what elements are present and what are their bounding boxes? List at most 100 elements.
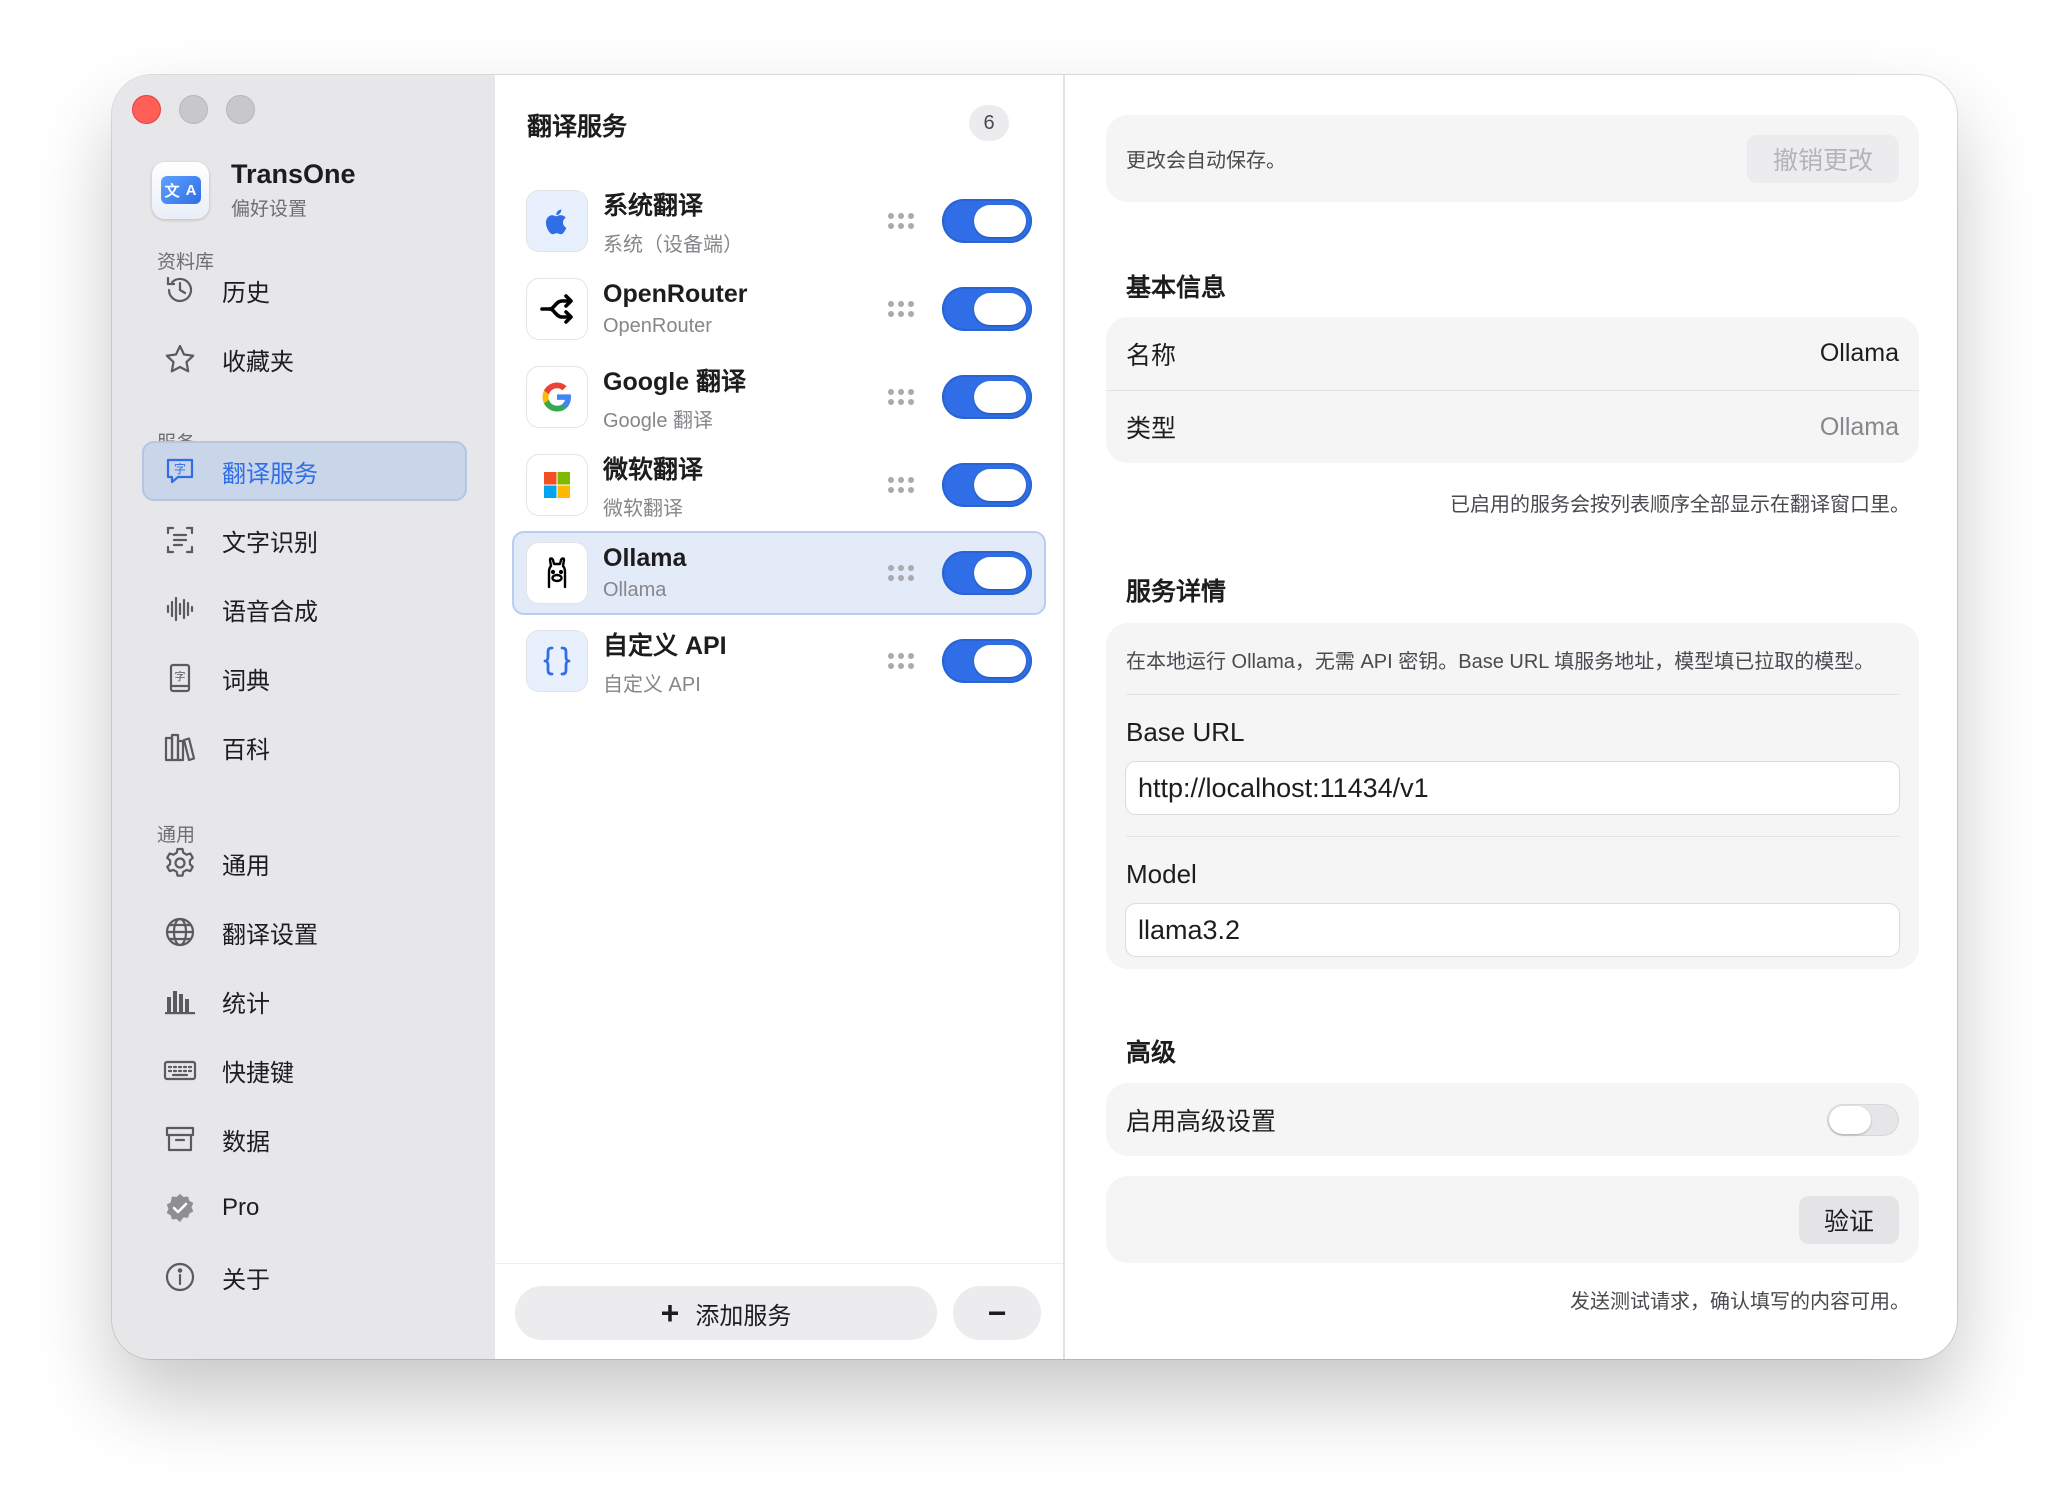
name-value[interactable]: Ollama (1820, 339, 1899, 368)
keyboard-icon (162, 1052, 198, 1088)
sidebar-item-label: 统计 (222, 990, 270, 1018)
archive-box-icon (162, 1121, 198, 1157)
basic-info-card: 名称 Ollama 类型 Ollama (1106, 317, 1919, 463)
clock-history-icon (162, 272, 198, 308)
gear-icon (162, 845, 198, 881)
service-subtitle: Google 翻译 (603, 409, 714, 432)
drag-handle-icon[interactable] (888, 477, 914, 493)
service-row-system[interactable]: 系统翻译 系统（设备端） (512, 179, 1046, 263)
name-label: 名称 (1126, 341, 1177, 370)
sidebar-item-label: 翻译服务 (222, 460, 318, 488)
advanced-settings-toggle[interactable] (1827, 1103, 1899, 1136)
zoom-window-button[interactable] (226, 95, 255, 124)
add-service-button[interactable]: + 添加服务 (515, 1286, 937, 1340)
sidebar-item-label: 历史 (222, 279, 270, 307)
preferences-window: 文A TransOne 偏好设置 资料库 历史 收藏夹 服务 字 翻译 (112, 75, 1957, 1359)
sidebar-item-favorites[interactable]: 收藏夹 (142, 329, 467, 389)
star-icon (162, 341, 198, 377)
drag-handle-icon[interactable] (888, 565, 914, 581)
translate-app-icon: 文A (152, 161, 209, 219)
sidebar-item-ocr[interactable]: 文字识别 (142, 510, 467, 570)
sidebar-item-about[interactable]: 关于 (142, 1247, 467, 1307)
google-icon (527, 367, 587, 427)
waveform-icon (162, 591, 198, 627)
books-icon (162, 729, 198, 765)
sidebar-item-tts[interactable]: 语音合成 (142, 579, 467, 639)
revert-changes-button[interactable]: 撤销更改 (1747, 134, 1899, 183)
remove-service-button[interactable]: − (953, 1286, 1041, 1340)
close-window-button[interactable] (132, 95, 161, 124)
sidebar-item-label: 百科 (222, 736, 270, 764)
sidebar-item-label: 语音合成 (222, 598, 318, 626)
sidebar-item-label: 翻译设置 (222, 921, 318, 949)
divider (1126, 836, 1899, 837)
drag-handle-icon[interactable] (888, 389, 914, 405)
service-row-google[interactable]: Google 翻译 Google 翻译 (512, 355, 1046, 439)
drag-handle-icon[interactable] (888, 653, 914, 669)
service-row-custom-api[interactable]: 自定义 API 自定义 API (512, 619, 1046, 703)
service-name: Ollama (603, 544, 687, 572)
service-details-card: 在本地运行 Ollama，无需 API 密钥。Base URL 填服务地址，模型… (1106, 623, 1919, 969)
base-url-input[interactable]: http://localhost:11434/v1 (1126, 762, 1899, 814)
model-input[interactable]: llama3.2 (1126, 904, 1899, 956)
service-subtitle: OpenRouter (603, 315, 712, 337)
bar-chart-icon (162, 983, 198, 1019)
sidebar-item-label: 词典 (222, 667, 270, 695)
openrouter-icon (527, 279, 587, 339)
service-enabled-toggle[interactable] (942, 375, 1032, 419)
service-row-ollama[interactable]: Ollama Ollama (512, 531, 1046, 615)
sidebar-item-statistics[interactable]: 统计 (142, 971, 467, 1031)
sidebar-item-data[interactable]: 数据 (142, 1109, 467, 1169)
service-subtitle: Ollama (603, 579, 667, 601)
sidebar-item-encyclopedia[interactable]: 百科 (142, 717, 467, 777)
sidebar-item-history[interactable]: 历史 (142, 260, 467, 320)
verify-hint: 发送测试请求，确认填写的内容可用。 (1570, 1291, 1910, 1313)
app-header: 文A TransOne 偏好设置 (152, 159, 356, 221)
book-icon: 字 (162, 660, 198, 696)
service-row-openrouter[interactable]: OpenRouter OpenRouter (512, 267, 1046, 351)
enabled-services-hint: 已启用的服务会按列表顺序全部显示在翻译窗口里。 (1450, 494, 1910, 516)
service-name: 自定义 API (603, 631, 727, 660)
verified-badge-icon (162, 1190, 198, 1226)
autosave-message: 更改会自动保存。 (1126, 150, 1286, 172)
basic-info-heading: 基本信息 (1126, 274, 1227, 302)
services-footer: + 添加服务 − (495, 1263, 1063, 1359)
sidebar-item-label: 收藏夹 (222, 348, 294, 376)
service-enabled-toggle[interactable] (942, 287, 1032, 331)
plus-icon: + (660, 1294, 680, 1331)
drag-handle-icon[interactable] (888, 213, 914, 229)
apple-icon (527, 191, 587, 251)
sidebar-item-label: 快捷键 (222, 1059, 294, 1087)
sidebar-item-label: 数据 (222, 1128, 270, 1156)
verify-button[interactable]: 验证 (1799, 1195, 1899, 1244)
service-enabled-toggle[interactable] (942, 199, 1032, 243)
service-subtitle: 微软翻译 (603, 497, 683, 520)
service-enabled-toggle[interactable] (942, 551, 1032, 595)
service-name: OpenRouter (603, 280, 748, 308)
service-row-microsoft[interactable]: 微软翻译 微软翻译 (512, 443, 1046, 527)
service-name: Google 翻译 (603, 367, 747, 396)
service-details-heading: 服务详情 (1126, 578, 1227, 606)
service-name: 微软翻译 (603, 455, 704, 484)
sidebar-item-translation-settings[interactable]: 翻译设置 (142, 902, 467, 962)
sidebar-item-pro[interactable]: Pro (142, 1178, 467, 1238)
sidebar-item-shortcuts[interactable]: 快捷键 (142, 1040, 467, 1100)
braces-icon (527, 631, 587, 691)
service-enabled-toggle[interactable] (942, 639, 1032, 683)
verify-card: 验证 (1106, 1176, 1919, 1263)
microsoft-icon (527, 455, 587, 515)
advanced-toggle-label: 启用高级设置 (1126, 1107, 1277, 1136)
advanced-heading: 高级 (1126, 1039, 1177, 1067)
sidebar-item-label: 通用 (222, 852, 270, 880)
sidebar-item-translation-services[interactable]: 字 翻译服务 (142, 441, 467, 501)
minimize-window-button[interactable] (179, 95, 208, 124)
service-enabled-toggle[interactable] (942, 463, 1032, 507)
sidebar-item-general[interactable]: 通用 (142, 833, 467, 893)
app-subtitle: 偏好设置 (231, 199, 308, 220)
svg-text:字: 字 (174, 461, 186, 476)
sidebar: 文A TransOne 偏好设置 资料库 历史 收藏夹 服务 字 翻译 (112, 75, 495, 1359)
window-controls (132, 95, 255, 124)
ollama-icon (527, 543, 587, 603)
drag-handle-icon[interactable] (888, 301, 914, 317)
sidebar-item-dictionary[interactable]: 字 词典 (142, 648, 467, 708)
